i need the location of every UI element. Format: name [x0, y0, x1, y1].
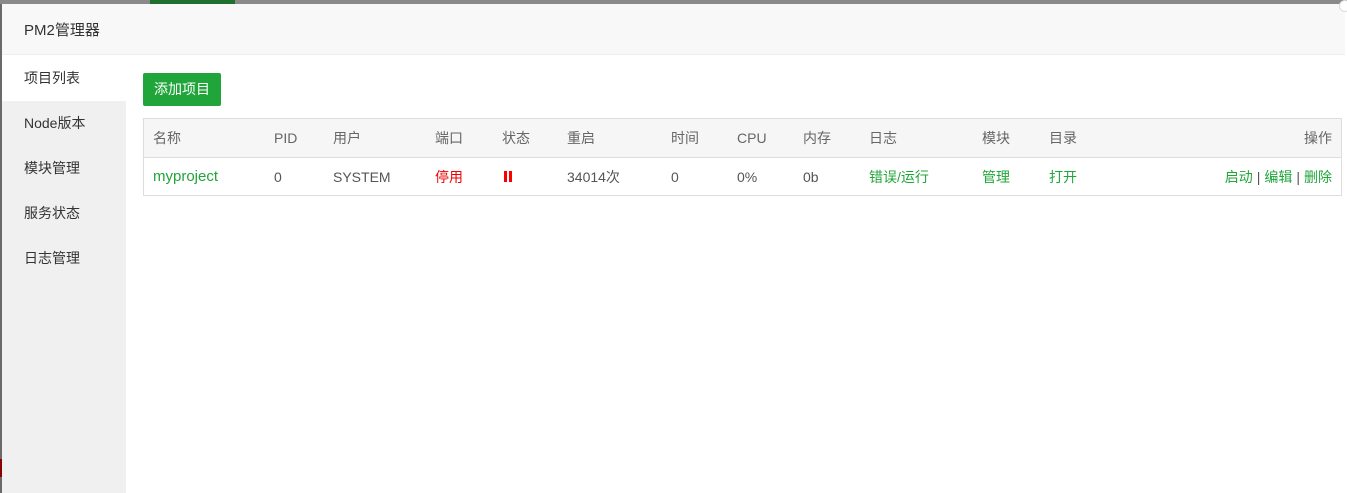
- edit-link[interactable]: 编辑: [1264, 167, 1292, 187]
- log-cell: 错误 / 运行: [869, 158, 929, 195]
- table-row: myproject 0 SYSTEM 停用 34014次 0 0% 0b 错误 …: [144, 158, 1341, 195]
- port-stopped-label: 停用: [435, 168, 463, 185]
- open-directory-link[interactable]: 打开: [1049, 167, 1077, 187]
- header-time: 时间: [671, 130, 699, 146]
- header-status: 状态: [502, 130, 530, 146]
- pm2-manager-dialog: PM2管理器 项目列表 Node版本 模块管理 服务状态 日志管理 添加项目 名…: [2, 0, 1347, 493]
- header-restart: 重启: [567, 130, 595, 146]
- dialog-header: PM2管理器: [2, 4, 1345, 55]
- add-project-button[interactable]: 添加项目: [143, 73, 221, 106]
- module-cell: 管理: [982, 158, 1010, 195]
- actions-cell: 启动 | 编辑 | 删除: [1225, 158, 1332, 195]
- sidebar-item-service-status[interactable]: 服务状态: [2, 191, 126, 236]
- pause-icon: [504, 171, 512, 182]
- header-module: 模块: [982, 130, 1010, 146]
- close-icon[interactable]: [1339, 0, 1347, 12]
- sidebar-item-node-version[interactable]: Node版本: [2, 101, 126, 146]
- status-cell: [502, 158, 512, 195]
- sidebar-item-label: 日志管理: [24, 250, 80, 266]
- pid-cell: 0: [274, 168, 282, 185]
- sidebar-item-label: 模块管理: [24, 160, 80, 176]
- start-link[interactable]: 启动: [1225, 167, 1253, 187]
- sidebar-item-label: 项目列表: [24, 70, 80, 86]
- port-cell: 停用: [435, 158, 463, 195]
- project-table: 名称 PID 用户 端口 状态 重启 时间 CPU 内存 日志 模块 目录 操作: [143, 118, 1342, 196]
- action-separator: |: [1296, 168, 1300, 185]
- sidebar: 项目列表 Node版本 模块管理 服务状态 日志管理: [2, 56, 126, 493]
- directory-cell: 打开: [1049, 158, 1077, 195]
- time-cell: 0: [671, 168, 679, 185]
- header-log: 日志: [869, 130, 897, 146]
- manage-module-link[interactable]: 管理: [982, 167, 1010, 187]
- sidebar-item-label: Node版本: [24, 115, 86, 131]
- header-directory: 目录: [1049, 130, 1077, 146]
- action-separator: |: [1256, 168, 1261, 185]
- run-log-link[interactable]: 运行: [901, 167, 929, 187]
- header-pid: PID: [274, 130, 298, 146]
- dialog-body: 项目列表 Node版本 模块管理 服务状态 日志管理 添加项目 名称 PID 用…: [2, 56, 1345, 493]
- dialog-title: PM2管理器: [24, 21, 100, 39]
- memory-cell: 0b: [803, 168, 819, 185]
- header-port: 端口: [435, 130, 463, 146]
- sidebar-item-log-management[interactable]: 日志管理: [2, 236, 126, 281]
- user-cell: SYSTEM: [333, 168, 391, 185]
- sidebar-item-label: 服务状态: [24, 205, 80, 221]
- header-memory: 内存: [803, 130, 831, 146]
- restart-cell: 34014次: [567, 168, 620, 185]
- project-name-cell: myproject: [153, 158, 218, 195]
- sidebar-item-project-list[interactable]: 项目列表: [2, 56, 126, 101]
- cpu-cell: 0%: [737, 168, 758, 185]
- sidebar-item-module-management[interactable]: 模块管理: [2, 146, 126, 191]
- header-user: 用户: [333, 130, 361, 146]
- header-name: 名称: [153, 130, 181, 146]
- error-log-link[interactable]: 错误: [869, 167, 897, 187]
- header-cpu: CPU: [737, 130, 767, 146]
- delete-link[interactable]: 删除: [1304, 167, 1332, 187]
- table-header: 名称 PID 用户 端口 状态 重启 时间 CPU 内存 日志 模块 目录 操作: [144, 119, 1341, 158]
- header-actions: 操作: [1304, 130, 1332, 146]
- main-content: 添加项目 名称 PID 用户 端口 状态 重启 时间 CPU 内存 日志 模块 …: [143, 73, 1343, 196]
- project-name-link[interactable]: myproject: [153, 168, 218, 185]
